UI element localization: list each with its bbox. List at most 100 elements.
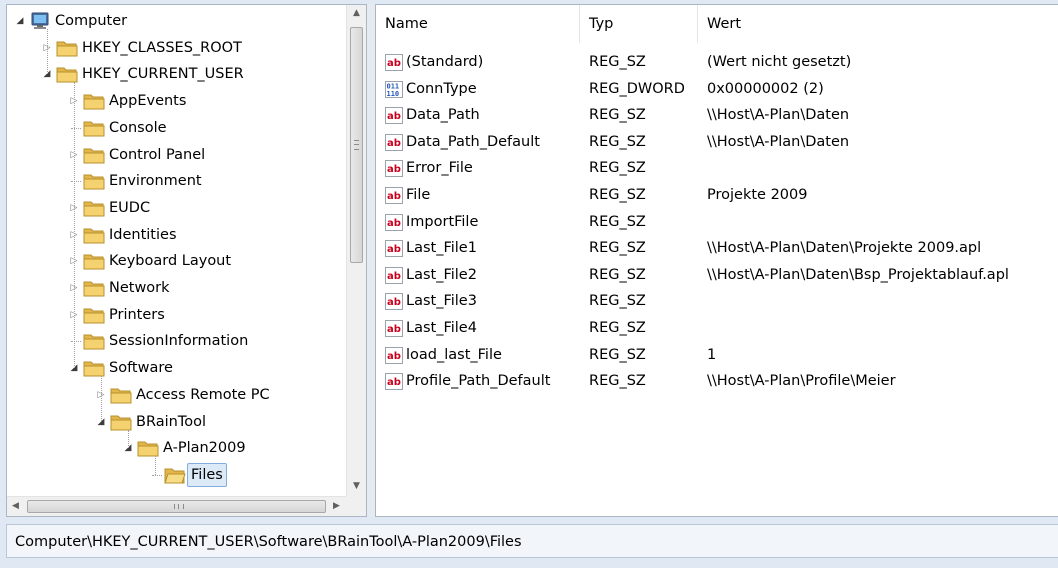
string-value-icon: ab xyxy=(385,187,403,204)
folder-icon xyxy=(83,199,105,222)
key-tree-pane[interactable]: ◢ Computer ▷ HKEY_CLASSES_ROOT ◢ HKEY_CURRENT… xyxy=(6,4,367,517)
folder-icon xyxy=(83,252,105,275)
tree-item[interactable]: Files xyxy=(7,462,346,487)
value-data: \\Host\A-Plan\Daten xyxy=(707,107,850,124)
value-data: (Wert nicht gesetzt) xyxy=(707,54,852,70)
scroll-right-arrow-icon[interactable]: ▶ xyxy=(328,497,345,516)
tree-item-label: Software xyxy=(109,360,173,377)
string-value-icon: ab xyxy=(385,373,403,391)
value-row[interactable]: ab Last_File4 REG_SZ xyxy=(376,315,1058,342)
value-row[interactable]: ab Error_File REG_SZ xyxy=(376,155,1058,182)
value-data: \\Host\A-Plan\Daten\Bsp_Projektablauf.ap… xyxy=(707,266,1009,283)
string-value-icon: ab xyxy=(385,213,403,231)
value-type: REG_SZ xyxy=(589,346,646,363)
scroll-down-arrow-icon[interactable]: ▼ xyxy=(347,478,366,495)
value-type: REG_SZ xyxy=(589,240,646,257)
value-type: REG_SZ xyxy=(589,320,646,336)
tree-horizontal-scrollbar[interactable]: ◀ ▶ xyxy=(7,496,346,516)
value-row[interactable]: ab load_last_File REG_SZ 1 xyxy=(376,342,1058,369)
string-value-icon: ab xyxy=(385,293,403,311)
tree-item[interactable]: ◢ A-Plan2009 xyxy=(7,436,346,460)
svg-text:ab: ab xyxy=(387,191,401,202)
tree-item[interactable]: SessionInformation xyxy=(7,329,346,353)
value-type: REG_SZ xyxy=(589,107,646,124)
value-name: Data_Path xyxy=(406,107,480,124)
tree-item[interactable]: ▷ EUDC xyxy=(7,196,346,220)
tree-item[interactable]: ◢ BRainTool xyxy=(7,410,346,434)
value-name: Last_File4 xyxy=(406,320,477,336)
folder-icon xyxy=(83,172,105,195)
tree-guide-line xyxy=(101,376,102,422)
tree-item[interactable]: ◢ HKEY_CURRENT_USER xyxy=(7,62,346,86)
svg-text:ab: ab xyxy=(387,218,401,229)
string-value-icon: ab xyxy=(385,133,403,151)
tree-guide-line xyxy=(74,82,75,369)
value-data: \\Host\A-Plan\Daten\Projekte 2009.apl xyxy=(707,240,982,257)
tree-item-label: Control Panel xyxy=(109,146,206,163)
tree-item[interactable]: ◢ Software xyxy=(7,356,346,380)
value-row[interactable]: ab Data_Path_Default REG_SZ \\Host\A-Plan\D… xyxy=(376,129,1058,156)
folder-icon xyxy=(83,306,105,329)
svg-text:ab: ab xyxy=(387,138,401,149)
tree-item[interactable]: ▷ AppEvents xyxy=(7,89,346,113)
value-row[interactable]: ab Last_File3 REG_SZ xyxy=(376,288,1058,315)
column-header-type[interactable]: Typ xyxy=(580,5,698,43)
value-name: Profile_Path_Default xyxy=(406,373,551,390)
tree-item[interactable]: ▷ HKEY_CLASSES_ROOT xyxy=(7,36,346,60)
scroll-left-arrow-icon[interactable]: ◀ xyxy=(7,497,24,516)
column-header-name[interactable]: Name xyxy=(376,5,580,43)
tree-item[interactable]: ▷ Access Remote PC xyxy=(7,383,346,407)
folder-icon xyxy=(83,332,105,355)
value-name: Error_File xyxy=(406,160,473,177)
string-value-icon: ab xyxy=(385,54,403,71)
string-value-icon: ab xyxy=(385,160,403,178)
tree-item[interactable]: Environment xyxy=(7,169,346,193)
value-name: (Standard) xyxy=(406,54,484,70)
tree-item-label: Files xyxy=(187,462,227,487)
folder-icon xyxy=(110,386,132,409)
folder-icon xyxy=(83,146,105,169)
expanded-triangle-icon[interactable]: ◢ xyxy=(13,9,27,33)
tree-item[interactable]: Console xyxy=(7,116,346,140)
column-header-value[interactable]: Wert xyxy=(698,5,1058,43)
pane-splitter[interactable] xyxy=(367,4,375,517)
svg-text:ab: ab xyxy=(387,377,401,388)
svg-text:110: 110 xyxy=(387,90,400,98)
vertical-scroll-thumb[interactable] xyxy=(350,27,363,263)
tree-vertical-scrollbar[interactable]: ▲ ▼ xyxy=(346,5,366,496)
tree-item[interactable]: ▷ Control Panel xyxy=(7,143,346,167)
svg-text:ab: ab xyxy=(387,111,401,122)
value-row[interactable]: ab Profile_Path_Default REG_SZ \\Host\A-Pla… xyxy=(376,368,1058,395)
value-name: Last_File3 xyxy=(406,293,477,310)
value-row[interactable]: ab ImportFile REG_SZ xyxy=(376,209,1058,236)
tree-item[interactable]: ▷ Identities xyxy=(7,223,346,247)
value-type: REG_SZ xyxy=(589,213,646,230)
tree-item[interactable]: ▷ Keyboard Layout xyxy=(7,249,346,273)
folder-icon xyxy=(83,226,105,249)
folder-icon xyxy=(83,119,105,142)
value-type: REG_SZ xyxy=(589,160,646,177)
scroll-up-arrow-icon[interactable]: ▲ xyxy=(347,5,366,22)
value-type: REG_SZ xyxy=(589,373,646,390)
tree-item[interactable]: ▷ Printers xyxy=(7,303,346,327)
values-list[interactable]: Name Typ Wert ab (Standard) REG_SZ (Wert ni… xyxy=(375,4,1058,517)
value-row[interactable]: ab (Standard) REG_SZ (Wert nicht gesetzt) xyxy=(376,49,1058,76)
value-row[interactable]: ab Last_File1 REG_SZ \\Host\A-Plan\Daten\Pr… xyxy=(376,235,1058,262)
value-type: REG_SZ xyxy=(589,293,646,310)
value-row[interactable]: 011 110 ConnType REG_DWORD 0x00000002 (2) xyxy=(376,76,1058,103)
tree-item-label: Keyboard Layout xyxy=(109,253,232,270)
tree-guide-line xyxy=(128,429,129,449)
tree-item[interactable]: ▷ Network xyxy=(7,276,346,300)
tree-item-label: HKEY_CLASSES_ROOT xyxy=(82,39,242,56)
tree-item-label: BRainTool xyxy=(136,413,206,430)
folder-icon xyxy=(83,279,105,302)
string-value-icon: ab xyxy=(385,346,403,364)
svg-text:ab: ab xyxy=(387,351,401,362)
horizontal-scroll-thumb[interactable] xyxy=(27,500,326,513)
tree-item[interactable]: ◢ Computer xyxy=(7,9,346,33)
value-row[interactable]: ab Last_File2 REG_SZ \\Host\A-Plan\Daten\Bs… xyxy=(376,262,1058,289)
value-type: REG_SZ xyxy=(589,187,646,203)
key-tree[interactable]: ◢ Computer ▷ HKEY_CLASSES_ROOT ◢ HKEY_CURRENT… xyxy=(7,5,346,496)
value-row[interactable]: ab File REG_SZ Projekte 2009 xyxy=(376,182,1058,209)
value-row[interactable]: ab Data_Path REG_SZ \\Host\A-Plan\Daten xyxy=(376,102,1058,129)
